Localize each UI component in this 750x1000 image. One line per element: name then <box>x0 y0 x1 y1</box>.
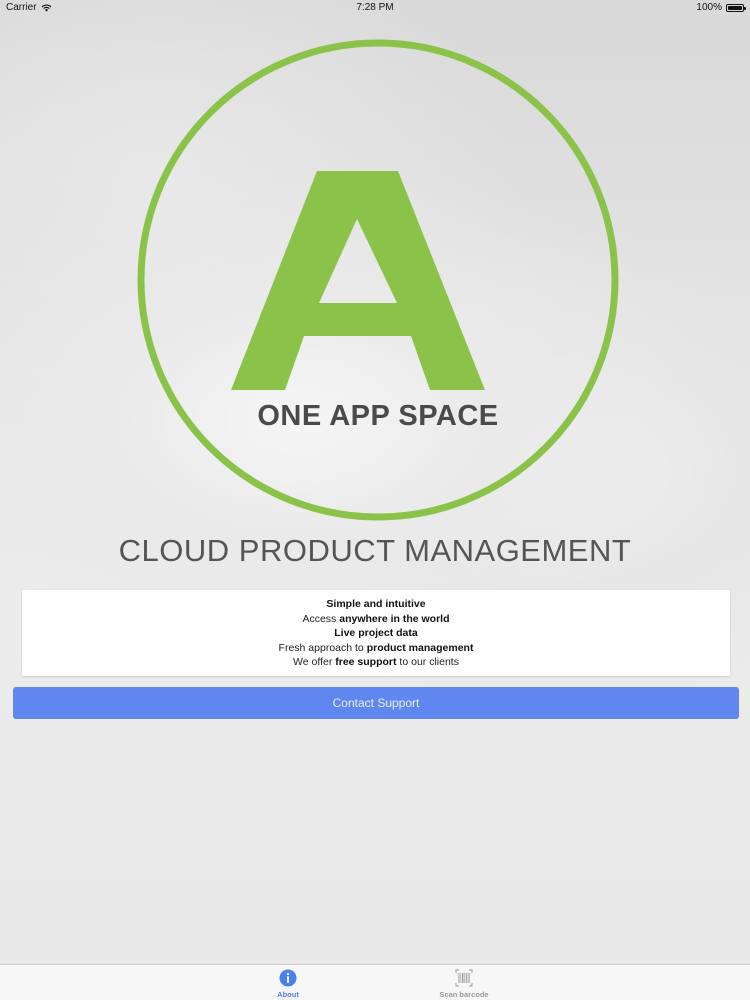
feature-highlight: product management <box>366 641 474 654</box>
feature-highlight: Simple and intuitive <box>326 598 426 610</box>
status-time: 7:28 PM <box>356 2 394 13</box>
logo-ring <box>137 39 619 521</box>
battery-icon <box>726 3 746 12</box>
feature-card: Simple and intuitive Access anywhere in … <box>22 590 730 676</box>
feature-highlight: free support <box>335 656 397 669</box>
feature-line: Simple and intuitive <box>22 597 730 612</box>
status-bar: Carrier 7:28 PM 100% <box>0 0 750 14</box>
tab-scan-label: Scan barcode <box>439 990 489 999</box>
feature-text: Access <box>302 612 340 625</box>
battery-percent: 100% <box>696 2 722 13</box>
tab-scan-barcode[interactable]: Scan barcode <box>419 965 509 1000</box>
contact-support-button[interactable]: Contact Support <box>13 687 739 719</box>
app-logo <box>137 39 619 521</box>
info-icon <box>279 969 297 987</box>
feature-line: Live project data <box>22 626 730 641</box>
tab-bar: About Scan barcode <box>0 964 750 1000</box>
barcode-icon <box>455 969 473 987</box>
app-screen: Carrier 7:28 PM 100% ONE APP SPACE CLOUD… <box>0 0 750 1000</box>
feature-line: Fresh approach to product management <box>22 641 730 656</box>
feature-text: We offer <box>293 656 336 669</box>
feature-line: Access anywhere in the world <box>22 612 730 627</box>
logo-letter-a-shape <box>231 171 485 390</box>
battery-group: 100% <box>696 2 746 13</box>
logo-wordmark: ONE APP SPACE <box>257 400 499 432</box>
feature-line: We offer free support to our clients <box>22 655 730 670</box>
tab-about[interactable]: About <box>243 965 333 1000</box>
feature-text: to our clients <box>396 656 459 669</box>
page-subtitle: CLOUD PRODUCT MANAGEMENT <box>118 533 632 568</box>
feature-highlight: Live project data <box>334 627 418 640</box>
feature-text: Fresh approach to <box>278 641 367 654</box>
feature-highlight: anywhere in the world <box>339 612 450 625</box>
tab-about-label: About <box>277 990 299 999</box>
